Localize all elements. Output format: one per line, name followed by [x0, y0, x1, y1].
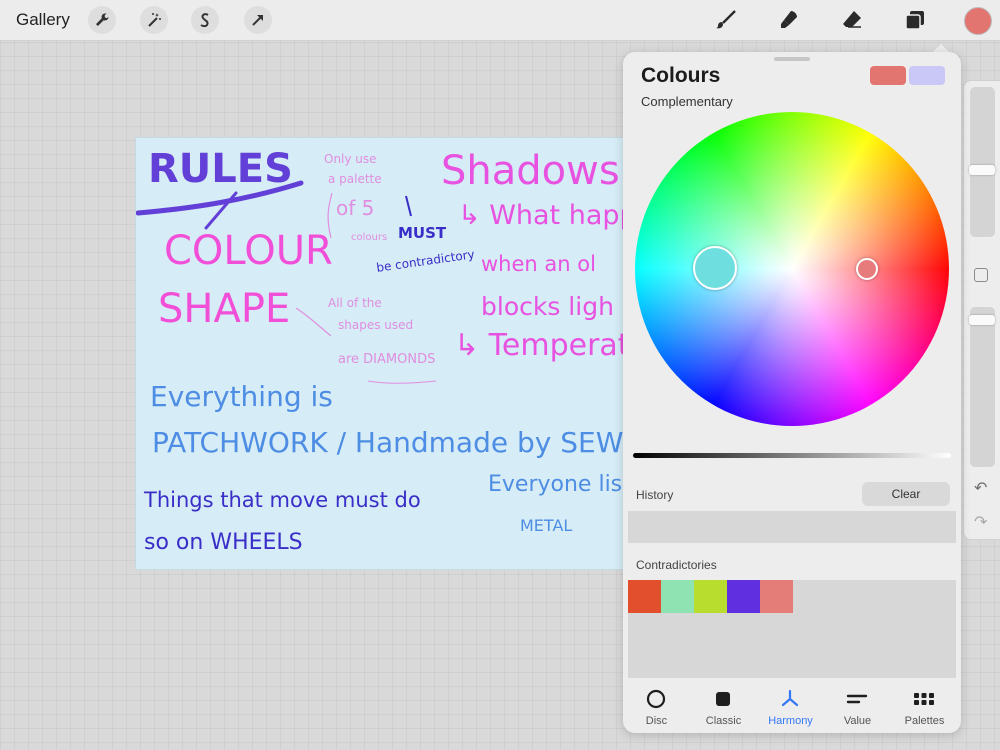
palette-name: Contradictories: [636, 558, 717, 572]
primary-colour-swatch[interactable]: [870, 66, 906, 85]
note-palette-2: a palette: [328, 172, 382, 186]
tab-value-label: Value: [843, 715, 872, 727]
palette-swatch[interactable]: [694, 580, 727, 613]
colour-mode-tabs: Disc Classic Harmony Value Palettes: [623, 684, 961, 733]
note-palette-3: of 5: [336, 196, 375, 220]
note-everyone: Everyone lis: [488, 472, 623, 497]
primary-colour-knob[interactable]: [693, 246, 737, 290]
tab-classic-label: Classic: [705, 715, 742, 727]
note-shadows: Shadows: [441, 148, 620, 194]
layers-icon[interactable]: [901, 6, 929, 34]
palette-swatch[interactable]: [760, 580, 793, 613]
note-diamonds-3: are DIAMONDS: [338, 352, 436, 367]
palettes-icon: [914, 693, 934, 705]
opacity-thumb[interactable]: [969, 315, 995, 325]
modify-button[interactable]: [974, 268, 988, 282]
redo-icon[interactable]: ↷: [974, 515, 992, 531]
disc-icon: [646, 689, 666, 709]
opacity-slider[interactable]: [970, 307, 995, 467]
harmony-mode-selector[interactable]: Complementary: [641, 94, 733, 109]
note-colour: COLOUR: [164, 228, 333, 274]
note-temperature: ↳ Temperatu: [454, 328, 649, 363]
eraser-icon[interactable]: [838, 6, 866, 34]
panel-title: Colours: [641, 64, 721, 87]
tab-disc-label: Disc: [645, 715, 668, 727]
note-diamonds-2: shapes used: [338, 318, 414, 332]
tab-harmony[interactable]: Harmony: [757, 684, 824, 733]
transform-arrow-icon[interactable]: [244, 6, 272, 34]
note-patchwork: PATCHWORK / Handmade by SEWING: [152, 426, 665, 459]
note-blocks-light: blocks ligh: [481, 292, 614, 321]
note-must: MUST: [398, 224, 447, 242]
note-rules: RULES: [148, 146, 293, 192]
smudge-icon[interactable]: [775, 6, 803, 34]
undo-icon[interactable]: ↶: [974, 481, 992, 497]
brush-size-slider[interactable]: [970, 87, 995, 237]
tab-value[interactable]: Value: [824, 684, 891, 733]
note-diamonds-1: All of the: [328, 296, 382, 310]
note-what-happ: ↳ What happ: [458, 200, 637, 231]
wrench-icon[interactable]: [88, 6, 116, 34]
note-shape: SHAPE: [158, 286, 291, 332]
brush-size-thumb[interactable]: [969, 165, 995, 175]
tab-classic[interactable]: Classic: [690, 684, 757, 733]
clear-history-button[interactable]: Clear: [862, 482, 950, 506]
complementary-colour-knob[interactable]: [856, 258, 878, 280]
palette-swatch[interactable]: [628, 580, 661, 613]
top-toolbar: Gallery: [0, 0, 1000, 41]
note-palette-4: colours: [351, 232, 388, 243]
brightness-slider[interactable]: [633, 453, 951, 458]
palette-swatch[interactable]: [661, 580, 694, 613]
palette-swatch[interactable]: [727, 580, 760, 613]
magic-wand-icon[interactable]: [140, 6, 168, 34]
note-when-an: when an ol: [481, 252, 596, 276]
history-swatches: [628, 511, 956, 543]
selection-icon[interactable]: [191, 6, 219, 34]
panel-grabber[interactable]: [774, 57, 810, 61]
note-everything: Everything is: [150, 380, 333, 413]
gallery-button[interactable]: Gallery: [16, 10, 70, 30]
harmony-icon: [781, 689, 799, 707]
value-icon: [846, 694, 868, 704]
side-sliders: ↶ ↷: [963, 80, 1000, 540]
note-palette-1: Only use: [324, 152, 377, 166]
harmony-colour-wheel[interactable]: [635, 112, 949, 426]
tab-palettes[interactable]: Palettes: [891, 684, 958, 733]
note-metal: METAL: [520, 516, 573, 535]
history-label: History: [636, 488, 674, 502]
current-color-button[interactable]: [964, 7, 992, 35]
tab-disc[interactable]: Disc: [623, 684, 690, 733]
brush-icon[interactable]: [712, 6, 740, 34]
tab-palettes-label: Palettes: [904, 715, 945, 727]
secondary-colour-swatch[interactable]: [909, 66, 945, 85]
note-things-move: Things that move must do: [144, 488, 421, 512]
tab-harmony-label: Harmony: [768, 715, 813, 727]
classic-icon: [716, 692, 730, 706]
note-wheels: so on WHEELS: [144, 530, 303, 555]
colours-panel: Colours Complementary History Clear Cont…: [623, 52, 961, 733]
drawing-canvas[interactable]: RULES Only use a palette of 5 colours MU…: [135, 137, 665, 570]
